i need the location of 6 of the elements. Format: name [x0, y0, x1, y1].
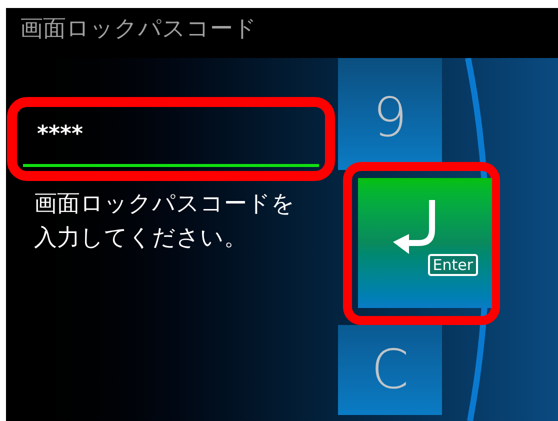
- keypad-key[interactable]: C: [338, 325, 442, 415]
- enter-button[interactable]: Enter: [358, 178, 492, 308]
- instruction-text: 画面ロックパスコードを入力してください。: [34, 190, 296, 253]
- keypad-key[interactable]: 9: [338, 58, 442, 170]
- passcode-field[interactable]: ****: [23, 111, 319, 167]
- window-title: 画面ロックパスコード: [19, 15, 258, 44]
